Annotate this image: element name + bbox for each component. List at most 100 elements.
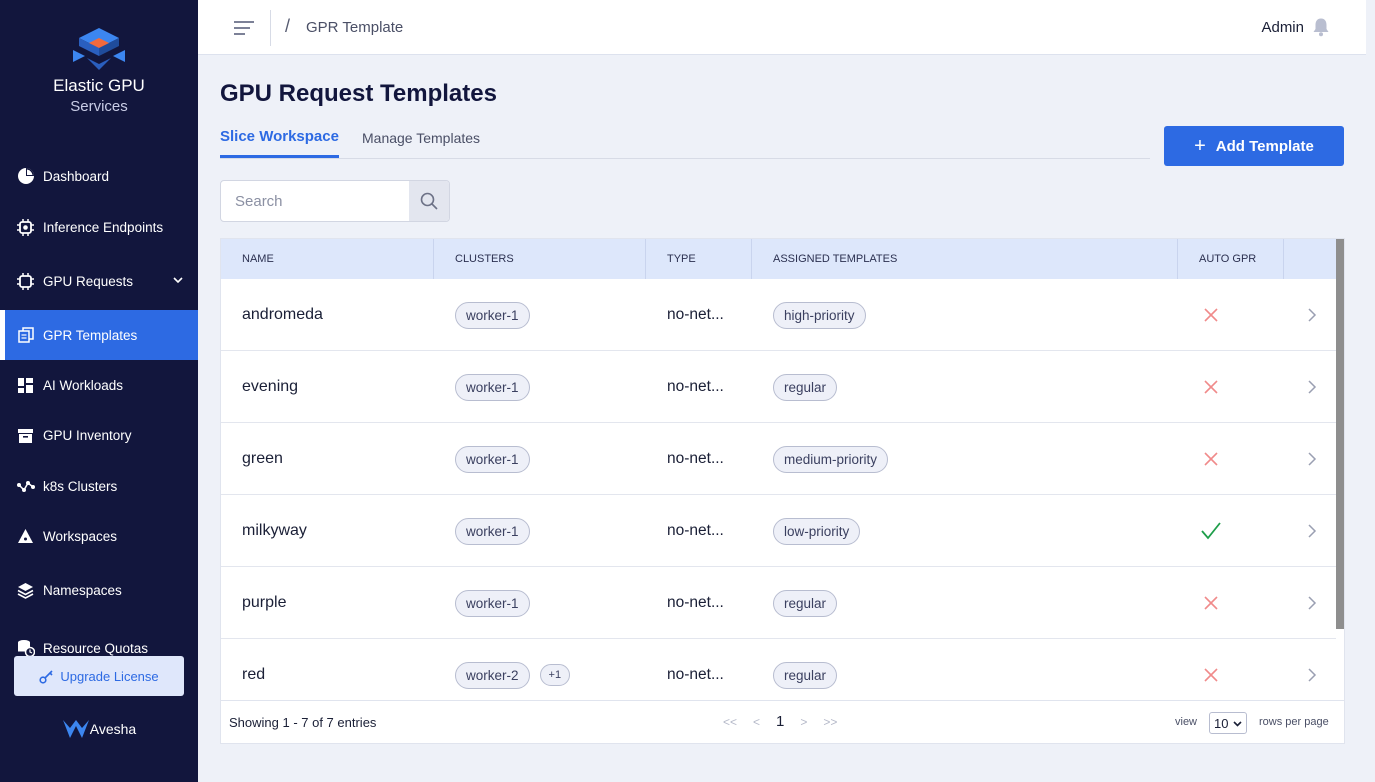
add-template-label: Add Template (1215, 137, 1314, 155)
first-page-button[interactable]: << (723, 715, 737, 729)
table-row[interactable]: purple worker-1 no-net... regular (221, 567, 1336, 639)
topbar-divider (270, 10, 271, 46)
row-assigned-template: low-priority (773, 495, 870, 567)
column-header-auto-gpr[interactable]: AUTO GPR (1178, 239, 1284, 279)
tab-bar: Slice Workspace Manage Templates (220, 124, 1150, 159)
sidebar-item-namespaces[interactable]: Namespaces (0, 569, 198, 611)
app-subname: Services (70, 98, 128, 115)
chevron-right-icon[interactable] (1307, 279, 1317, 351)
template-chip: regular (773, 661, 838, 689)
last-page-button[interactable]: >> (823, 715, 837, 729)
row-type: no-net... (667, 378, 724, 395)
table-header: NAME CLUSTERS TYPE ASSIGNED TEMPLATES AU… (221, 239, 1336, 279)
check-icon (1201, 495, 1221, 567)
breadcrumb[interactable]: GPR Template (306, 19, 403, 36)
plus-icon: + (1194, 135, 1206, 157)
row-clusters: worker-1 (455, 567, 540, 639)
rows-per-page-select[interactable]: 10 (1209, 712, 1247, 734)
search-box (220, 180, 450, 222)
network-icon (16, 477, 35, 496)
sidebar-item-inference-endpoints[interactable]: Inference Endpoints (0, 206, 198, 248)
row-name: green (242, 450, 283, 467)
template-chip: low-priority (773, 517, 861, 545)
chip-gear-icon (16, 218, 35, 237)
sidebar-item-k8s-clusters[interactable]: k8s Clusters (0, 465, 198, 507)
cross-icon (1201, 567, 1221, 639)
sidebar-item-label: GPR Templates (43, 327, 138, 343)
chevron-right-icon[interactable] (1307, 495, 1317, 567)
chevron-right-icon[interactable] (1307, 567, 1317, 639)
bell-icon[interactable] (1312, 17, 1330, 37)
cluster-chip: worker-1 (455, 445, 530, 473)
view-label: view (1175, 716, 1198, 728)
tab-manage-templates[interactable]: Manage Templates (362, 130, 480, 146)
logo-icon (73, 28, 125, 70)
table-row[interactable]: evening worker-1 no-net... regular (221, 351, 1336, 423)
chevron-down-icon[interactable] (172, 274, 184, 286)
chevron-right-icon[interactable] (1307, 423, 1317, 495)
app-name: Elastic GPU (53, 76, 145, 95)
cross-icon (1201, 351, 1221, 423)
table-row[interactable]: milkyway worker-1 no-net... low-priority (221, 495, 1336, 567)
add-template-button[interactable]: + Add Template (1164, 126, 1344, 166)
row-assigned-template: regular (773, 351, 847, 423)
tab-slice-workspace[interactable]: Slice Workspace (220, 128, 339, 158)
row-type: no-net... (667, 306, 724, 323)
sidebar-item-ai-workloads[interactable]: AI Workloads (0, 364, 198, 406)
upgrade-license-button[interactable]: Upgrade License (14, 656, 184, 696)
row-name: milkyway (242, 522, 307, 539)
sidebar-item-workspaces[interactable]: Workspaces (0, 515, 198, 557)
sidebar-item-label: GPU Requests (43, 273, 134, 289)
copy-icon (16, 326, 35, 345)
search-icon (420, 192, 438, 210)
hamburger-icon (234, 21, 254, 35)
column-header-actions (1284, 239, 1336, 279)
search-button[interactable] (409, 181, 449, 221)
prev-page-button[interactable]: < (753, 715, 760, 729)
column-header-clusters[interactable]: CLUSTERS (434, 239, 646, 279)
chevron-right-icon[interactable] (1307, 351, 1317, 423)
page-title: GPU Request Templates (220, 80, 497, 107)
layers-icon (16, 581, 35, 600)
sidebar-item-label: Dashboard (43, 168, 110, 184)
row-type: no-net... (667, 594, 724, 611)
template-chip: medium-priority (773, 445, 889, 473)
column-header-name[interactable]: NAME (221, 239, 434, 279)
user-menu[interactable]: Admin (1261, 17, 1330, 37)
chevron-down-icon (1233, 720, 1242, 727)
more-clusters-chip[interactable]: +1 (539, 664, 571, 686)
sidebar-item-label: Namespaces (43, 582, 122, 598)
top-bar: / GPR Template Admin (198, 0, 1366, 55)
cross-icon (1201, 279, 1221, 351)
search-input[interactable] (221, 181, 411, 221)
sidebar-item-dashboard[interactable]: Dashboard (0, 155, 198, 197)
pyramid-icon (16, 527, 35, 546)
table-scrollbar[interactable] (1336, 239, 1344, 629)
sidebar-item-label: k8s Clusters (43, 478, 118, 494)
sidebar-item-gpu-inventory[interactable]: GPU Inventory (0, 414, 198, 456)
next-page-button[interactable]: > (800, 715, 807, 729)
column-header-assigned-templates[interactable]: ASSIGNED TEMPLATES (752, 239, 1178, 279)
crown-icon (62, 720, 89, 738)
table-row[interactable]: green worker-1 no-net... medium-priority (221, 423, 1336, 495)
vendor-name: Avesha (89, 721, 137, 737)
row-name: andromeda (242, 306, 323, 323)
entries-summary: Showing 1 - 7 of 7 entries (229, 715, 377, 730)
row-name: evening (242, 378, 299, 395)
current-page[interactable]: 1 (776, 713, 784, 730)
pie-chart-icon (16, 167, 35, 186)
cross-icon (1201, 423, 1221, 495)
sidebar-item-label: Inference Endpoints (43, 219, 164, 235)
row-clusters: worker-1 (455, 279, 540, 351)
app-logo[interactable]: Elastic GPU Services (0, 26, 198, 115)
menu-toggle-button[interactable] (232, 18, 256, 38)
sidebar-item-gpu-requests[interactable]: GPU Requests (0, 260, 198, 302)
column-header-type[interactable]: TYPE (646, 239, 752, 279)
table-footer: Showing 1 - 7 of 7 entries << < 1 > >> v… (221, 700, 1344, 743)
pagination: << < 1 > >> (723, 713, 853, 730)
sidebar-item-gpr-templates[interactable]: GPR Templates (0, 310, 198, 360)
templates-table: NAME CLUSTERS TYPE ASSIGNED TEMPLATES AU… (220, 238, 1345, 744)
rows-per-page-label: rows per page (1259, 716, 1329, 728)
table-row[interactable]: andromeda worker-1 no-net... high-priority (221, 279, 1336, 351)
row-type: no-net... (667, 450, 724, 467)
